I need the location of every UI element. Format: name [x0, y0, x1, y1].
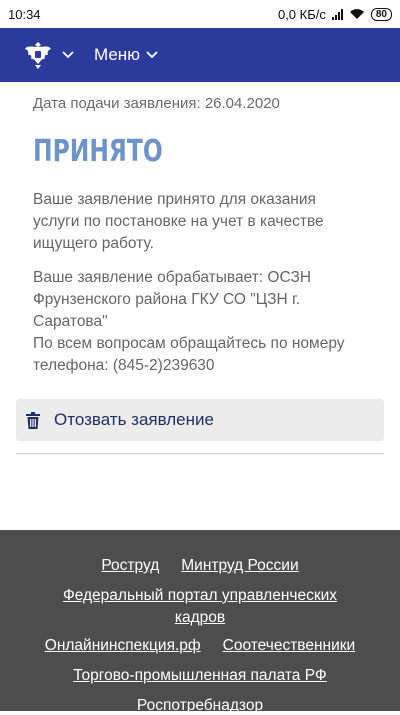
processor-line: Ваше заявление обрабатывает: ОСЗН Фрунзе… [33, 269, 312, 330]
processor-info: Ваше заявление обрабатывает: ОСЗН Фрунзе… [33, 267, 363, 377]
status-time: 10:34 [8, 6, 41, 22]
application-details: Дата подачи заявления: 26.04.2020 ПРИНЯТ… [0, 95, 400, 454]
footer-link-mintrud[interactable]: Минтруд России [181, 557, 298, 575]
footer-link-rospotrebnadzor[interactable]: Роспотребнадзор [137, 697, 263, 715]
network-speed: 0,0 КБ/с [277, 6, 326, 22]
signal-icon [331, 8, 343, 20]
submission-date: Дата подачи заявления: 26.04.2020 [33, 95, 280, 112]
footer-link-federal-portal[interactable]: Федеральный портал управленческих кадров [55, 585, 345, 629]
chevron-down-icon[interactable] [62, 51, 74, 59]
chevron-down-icon [146, 51, 158, 59]
withdraw-label: Отозвать заявление [54, 410, 214, 429]
footer-link-compatriots[interactable]: Соотечественники [223, 637, 356, 655]
divider [16, 453, 384, 454]
status-bar: 10:34 0,0 КБ/с 80 [0, 0, 400, 28]
battery-icon: 80 [370, 7, 392, 21]
top-navbar: Меню [0, 28, 400, 82]
trash-icon [26, 411, 40, 429]
status-message: Ваше заявление принято для оказания услу… [33, 191, 324, 252]
wifi-icon [349, 9, 364, 19]
contact-line: По всем вопросам обращайтесь по номеру т… [33, 335, 345, 374]
coat-of-arms-icon[interactable] [22, 38, 54, 72]
application-status: ПРИНЯТО [33, 134, 163, 169]
withdraw-application-button[interactable]: Отозвать заявление [16, 399, 384, 441]
menu-button[interactable]: Меню [94, 45, 158, 65]
footer-link-rostrud[interactable]: Роструд [101, 557, 159, 575]
footer: Роструд Минтруд России Федеральный порта… [0, 530, 400, 714]
status-indicators: 0,0 КБ/с 80 [278, 7, 392, 22]
footer-link-onlineinspection[interactable]: Онлайнинспекция.рф [45, 637, 201, 655]
menu-label: Меню [94, 45, 140, 64]
footer-link-chamber-of-commerce[interactable]: Торгово-промышленная палата РФ [73, 667, 326, 685]
